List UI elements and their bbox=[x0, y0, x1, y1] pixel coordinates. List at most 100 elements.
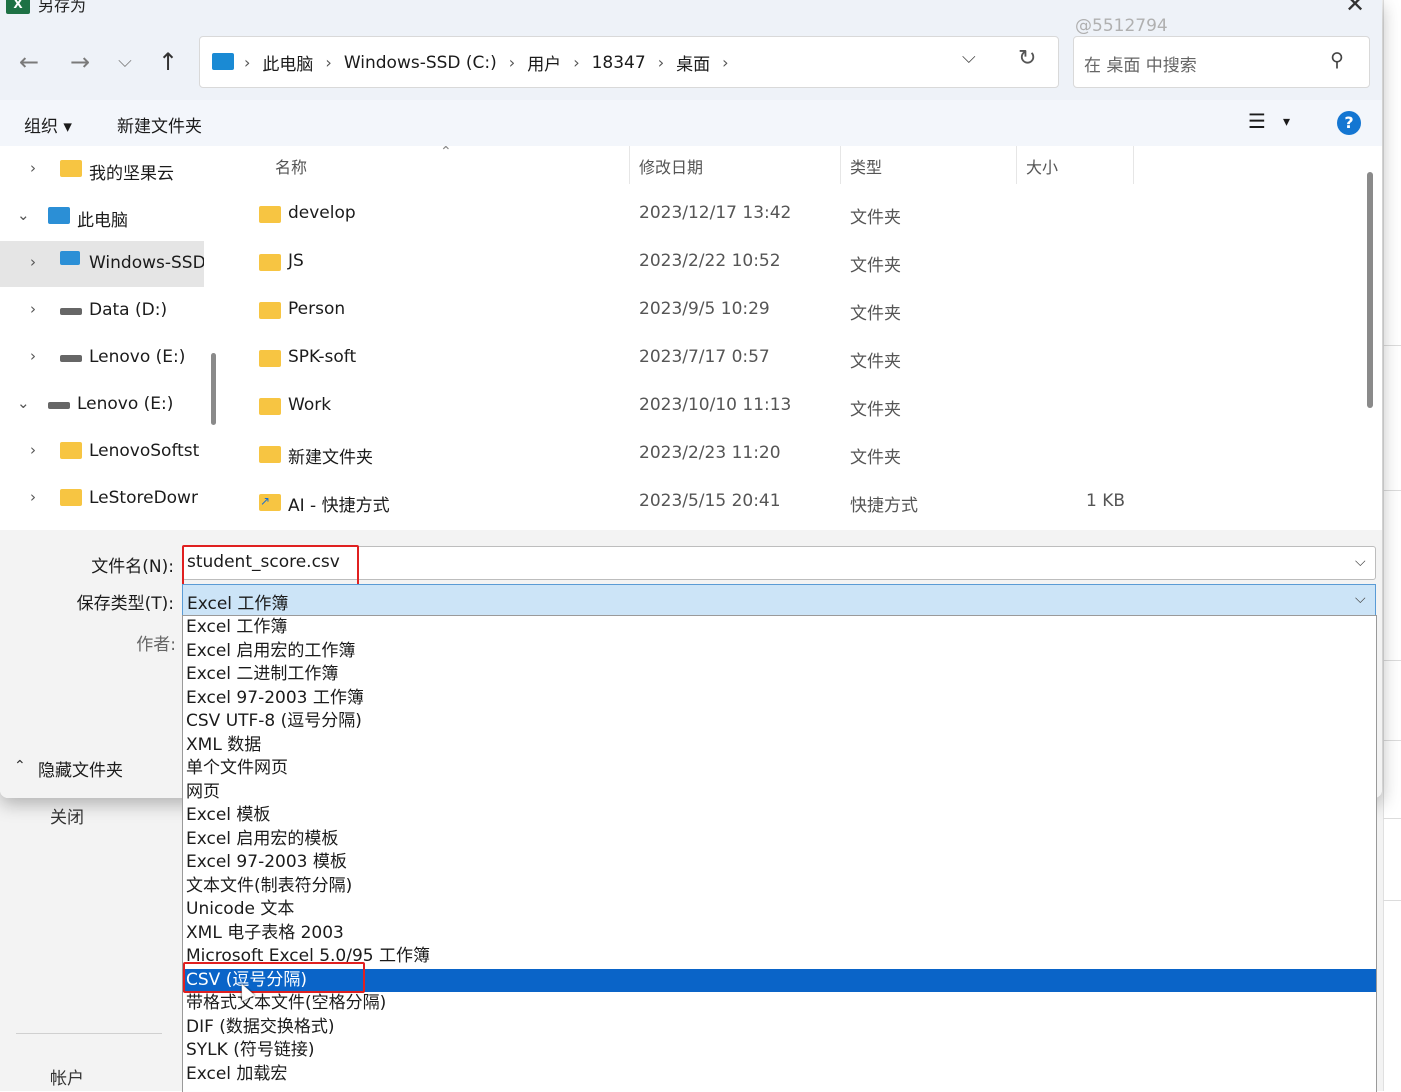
breadcrumb: › 此电脑 › Windows-SSD (C:) › 用户 › 18347 › … bbox=[244, 50, 741, 76]
backstage-close[interactable]: 关闭 bbox=[50, 803, 84, 828]
folder-icon bbox=[259, 302, 281, 319]
filetype-selected-value[interactable]: Excel 工作簿 bbox=[187, 589, 288, 614]
filetype-option[interactable]: DIF (数据交换格式) bbox=[183, 1016, 1376, 1040]
chevron-right-icon[interactable]: › bbox=[30, 159, 36, 177]
filetype-option[interactable]: XML 电子表格 2003 bbox=[183, 922, 1376, 946]
breadcrumb-user[interactable]: 18347 bbox=[592, 53, 646, 73]
divider bbox=[1383, 345, 1401, 346]
help-icon[interactable]: ? bbox=[1337, 111, 1361, 135]
file-row[interactable]: 新建文件夹 2023/2/23 11:20 文件夹 bbox=[227, 431, 1360, 479]
filetype-option[interactable]: 单个文件网页 bbox=[183, 757, 1376, 781]
divider bbox=[1383, 490, 1401, 491]
file-type: 快捷方式 bbox=[850, 496, 918, 516]
chevron-right-icon[interactable]: › bbox=[30, 253, 36, 271]
search-input[interactable]: 在 桌面 中搜索 bbox=[1084, 51, 1197, 76]
folder-icon bbox=[60, 160, 82, 177]
filetype-option[interactable]: SYLK (符号链接) bbox=[183, 1039, 1376, 1063]
file-row[interactable]: SPK-soft 2023/7/17 0:57 文件夹 bbox=[227, 335, 1360, 383]
filetype-option[interactable]: XML 数据 bbox=[183, 734, 1376, 758]
tree-item-windows-ssd[interactable]: › Windows-SSD bbox=[0, 241, 204, 287]
this-pc-icon bbox=[212, 53, 234, 70]
breadcrumb-users[interactable]: 用户 bbox=[527, 50, 561, 75]
file-list-scrollbar[interactable] bbox=[1367, 172, 1373, 408]
sort-ascending-icon: ⌃ bbox=[440, 146, 452, 160]
chevron-down-icon[interactable]: ⌵ bbox=[1355, 554, 1366, 570]
forward-arrow-icon[interactable]: → bbox=[63, 42, 97, 82]
filetype-option[interactable]: Excel 加载宏 bbox=[183, 1063, 1376, 1087]
excel-app-icon: X bbox=[6, 0, 30, 14]
filetype-option[interactable]: Excel 启用宏的模板 bbox=[183, 828, 1376, 852]
divider bbox=[1383, 818, 1401, 819]
chevron-right-icon[interactable]: › bbox=[30, 300, 36, 318]
view-list-icon[interactable]: ☰ bbox=[1248, 109, 1266, 133]
column-header-type[interactable]: 类型 bbox=[850, 154, 882, 178]
tree-item-lestoredowr[interactable]: › LeStoreDowr bbox=[0, 476, 204, 522]
chevron-down-icon[interactable]: ⌄ bbox=[17, 394, 30, 412]
chevron-down-icon[interactable]: ⌄ bbox=[17, 206, 30, 224]
file-row[interactable]: JS 2023/2/22 10:52 文件夹 bbox=[227, 239, 1360, 287]
tree-item-this-pc[interactable]: ⌄ 此电脑 bbox=[0, 194, 204, 240]
backstage-account[interactable]: 帐户 bbox=[50, 1064, 84, 1089]
chevron-right-icon[interactable]: › bbox=[30, 347, 36, 365]
tree-item-lenovosoftst[interactable]: › LenovoSoftst bbox=[0, 429, 204, 475]
close-icon[interactable]: ✕ bbox=[1345, 0, 1365, 18]
file-date: 2023/2/23 11:20 bbox=[639, 443, 781, 463]
filetype-select[interactable]: Excel 工作簿 ⌵ bbox=[182, 584, 1376, 617]
file-type: 文件夹 bbox=[850, 256, 901, 276]
filetype-option[interactable]: Unicode 文本 bbox=[183, 898, 1376, 922]
folder-icon bbox=[259, 254, 281, 271]
file-type: 文件夹 bbox=[850, 208, 901, 228]
navigation-scrollbar[interactable] bbox=[211, 353, 216, 425]
file-name: Work bbox=[288, 395, 332, 415]
file-name: develop bbox=[288, 203, 356, 223]
hide-folders-button[interactable]: 隐藏文件夹 bbox=[38, 756, 123, 781]
chevron-down-icon[interactable]: ⌵ bbox=[1355, 591, 1366, 607]
filetype-option[interactable]: Excel 97-2003 模板 bbox=[183, 851, 1376, 875]
column-header-date[interactable]: 修改日期 bbox=[639, 154, 703, 178]
file-date: 2023/5/15 20:41 bbox=[639, 491, 781, 511]
file-row[interactable]: Work 2023/10/10 11:13 文件夹 bbox=[227, 383, 1360, 431]
new-folder-button[interactable]: 新建文件夹 bbox=[117, 112, 202, 137]
folder-icon bbox=[259, 446, 281, 463]
filetype-option[interactable]: Excel 工作簿 bbox=[183, 616, 1376, 640]
breadcrumb-this-pc[interactable]: 此电脑 bbox=[262, 50, 313, 75]
address-bar[interactable]: › 此电脑 › Windows-SSD (C:) › 用户 › 18347 › … bbox=[199, 36, 1059, 88]
tree-item-jianguoyun[interactable]: › 我的坚果云 bbox=[0, 147, 204, 193]
filetype-option[interactable]: Excel 模板 bbox=[183, 804, 1376, 828]
column-header-name[interactable]: 名称 bbox=[275, 154, 307, 178]
recent-locations-chevron-icon[interactable]: ⌵ bbox=[108, 42, 142, 82]
chevron-up-icon[interactable]: ⌃ bbox=[14, 758, 26, 774]
filetype-option[interactable]: Excel 二进制工作簿 bbox=[183, 663, 1376, 687]
back-arrow-icon[interactable]: ← bbox=[12, 42, 46, 82]
filetype-option[interactable]: Excel 97-2003 工作簿 bbox=[183, 687, 1376, 711]
filetype-option[interactable]: 网页 bbox=[183, 781, 1376, 805]
view-options-chevron-icon[interactable]: ▾ bbox=[1283, 114, 1290, 130]
filetype-option[interactable]: CSV UTF-8 (逗号分隔) bbox=[183, 710, 1376, 734]
tree-item-label: LenovoSoftst bbox=[89, 441, 200, 461]
organize-button[interactable]: 组织 ▾ bbox=[24, 112, 72, 137]
tree-item-lenovo-e-root[interactable]: ⌄ Lenovo (E:) bbox=[0, 382, 204, 428]
file-row[interactable]: develop 2023/12/17 13:42 文件夹 bbox=[227, 191, 1360, 239]
chevron-right-icon[interactable]: › bbox=[30, 441, 36, 459]
address-history-chevron-icon[interactable]: ⌵ bbox=[962, 47, 976, 68]
tree-item-data-d[interactable]: › Data (D:) bbox=[0, 288, 204, 334]
refresh-icon[interactable]: ↻ bbox=[1018, 46, 1036, 71]
filename-highlight-box bbox=[182, 545, 359, 586]
file-row[interactable]: AI - 快捷方式 2023/5/15 20:41 快捷方式 1 KB bbox=[227, 479, 1360, 527]
filetype-option[interactable]: Excel 启用宏的工作簿 bbox=[183, 640, 1376, 664]
column-header-size[interactable]: 大小 bbox=[1026, 154, 1058, 178]
filename-field[interactable]: student_score.csv ⌵ bbox=[182, 546, 1376, 580]
chevron-right-icon[interactable]: › bbox=[30, 488, 36, 506]
filetype-option[interactable]: 文本文件(制表符分隔) bbox=[183, 875, 1376, 899]
drive-icon bbox=[60, 355, 82, 362]
file-row[interactable]: Person 2023/9/5 10:29 文件夹 bbox=[227, 287, 1360, 335]
file-name: JS bbox=[288, 251, 304, 271]
up-arrow-icon[interactable]: ↑ bbox=[151, 42, 185, 82]
breadcrumb-drive-c[interactable]: Windows-SSD (C:) bbox=[344, 53, 497, 73]
filetype-option[interactable]: 带格式文本文件(空格分隔) bbox=[183, 992, 1376, 1016]
file-name: Person bbox=[288, 299, 346, 319]
search-box[interactable]: 在 桌面 中搜索 ⚲ bbox=[1073, 36, 1370, 88]
search-icon[interactable]: ⚲ bbox=[1330, 49, 1344, 71]
breadcrumb-desktop[interactable]: 桌面 bbox=[676, 50, 710, 75]
tree-item-lenovo-e[interactable]: › Lenovo (E:) bbox=[0, 335, 204, 381]
